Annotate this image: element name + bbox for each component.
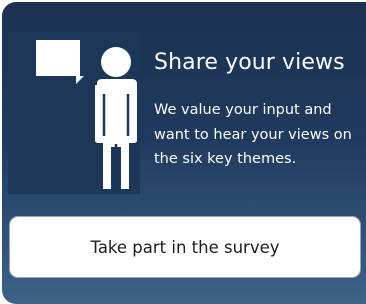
panel-description: We value your input and want to hear you… xyxy=(154,102,352,167)
take-survey-button[interactable]: Take part in the survey xyxy=(9,216,361,278)
share-views-panel: Share your views We value your input and… xyxy=(2,2,366,304)
person-with-speech-bubble-icon xyxy=(8,32,140,194)
panel-title: Share your views xyxy=(154,50,345,75)
